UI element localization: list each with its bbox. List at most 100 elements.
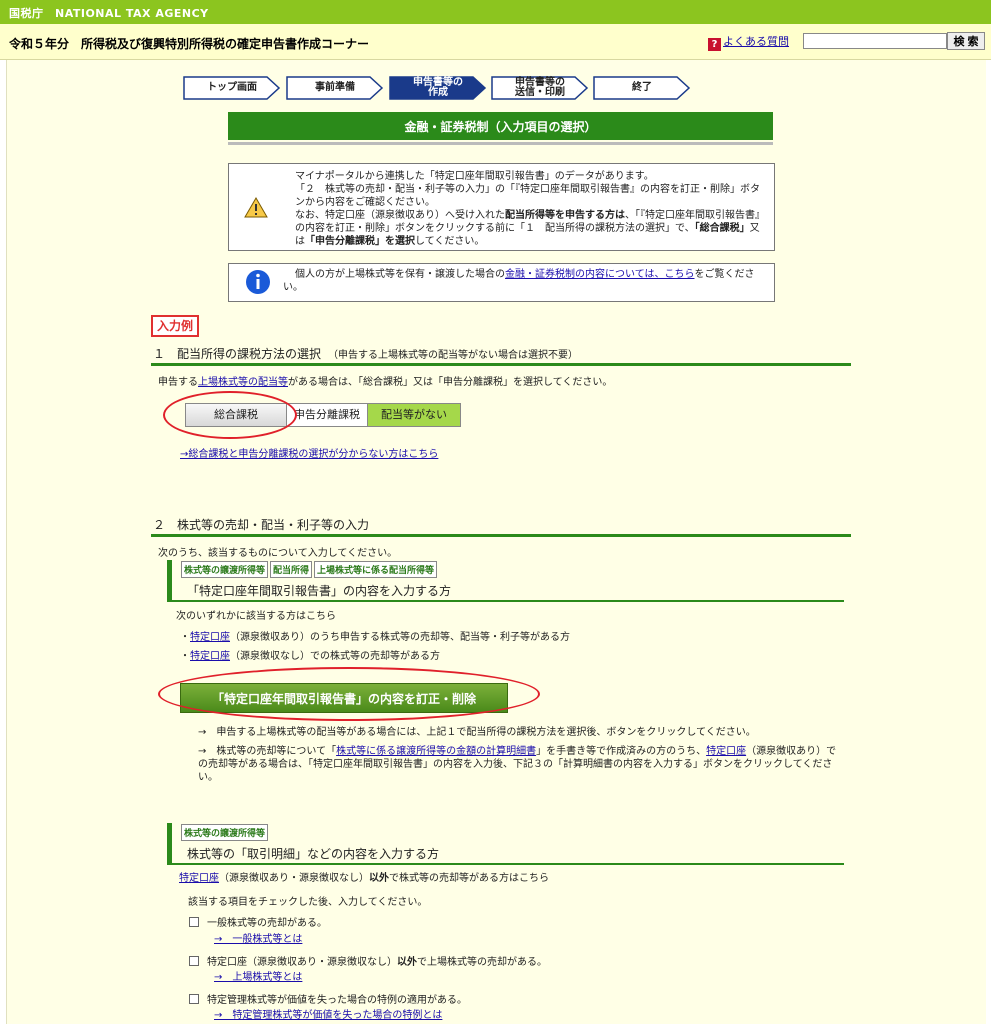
warning-line-3: なお、特定口座（源泉徴収あり）へ受け入れた配当所得等を申告する方は、「『特定口座… xyxy=(283,209,767,248)
step-create-current[interactable]: 申告書等の 作成 xyxy=(389,76,487,100)
note-1: → 申告する上場株式等の配当等がある場合には、上記１で配当所得の課税方法を選択後… xyxy=(198,727,756,738)
checkbox-box[interactable] xyxy=(189,994,199,1004)
warning-text-bold: 配当所得等を申告する方は xyxy=(505,210,625,221)
step-label: 事前準備 xyxy=(315,82,355,93)
agency-bar: 国税庁 NATIONAL TAX AGENCY xyxy=(0,0,991,24)
specific-account-link[interactable]: 特定口座 xyxy=(706,746,746,757)
subblock2-desc-bold: 以外 xyxy=(369,873,389,884)
warning-text-bold: 「申告分離課税」を選択 xyxy=(305,236,415,247)
note-2-text: 」を手書き等で作成済みの方のうち、 xyxy=(536,746,707,757)
income-tags-2: 株式等の譲渡所得等 xyxy=(181,824,270,841)
subblock2-divider xyxy=(167,863,844,865)
tag-dividend: 配当所得 xyxy=(270,561,313,578)
list-item-text: （源泉徴収なし）での株式等の売却等がある方 xyxy=(230,651,440,662)
checkbox-instruction: 該当する項目をチェックした後、入力してください。 xyxy=(188,897,428,908)
example-label: 入力例 xyxy=(151,315,200,337)
section-banner: 金融・証券税制（入力項目の選択） xyxy=(228,112,773,140)
subblock2-desc-text: で株式等の売却等がある方はこちら xyxy=(389,873,549,884)
page-title: 令和５年分 所得税及び復興特別所得税の確定申告書作成コーナー xyxy=(9,37,370,51)
agency-name: 国税庁 NATIONAL TAX AGENCY xyxy=(9,7,209,20)
faq-link[interactable]: ? よくある質問 xyxy=(708,33,789,51)
tax-system-link[interactable]: 金融・証券税制の内容については、こちら xyxy=(505,269,695,280)
listed-dividends-link[interactable]: 上場株式等の配当等 xyxy=(198,377,288,388)
section2-desc: 次のうち、該当するものについて入力してください。 xyxy=(158,548,398,559)
step-finish[interactable]: 終了 xyxy=(593,76,691,100)
checkbox-worthless-stocks[interactable]: 特定管理株式等が価値を失った場合の特例の適用がある。 xyxy=(189,991,467,1006)
section1-desc-part: 申告する xyxy=(158,377,198,388)
title-bar: 令和５年分 所得税及び復興特別所得税の確定申告書作成コーナー ? よくある質問 検… xyxy=(0,24,991,60)
subblock2-title: 株式等の「取引明細」などの内容を入力する方 xyxy=(187,847,440,861)
warning-text-part: なお、特定口座（源泉徴収あり）へ受け入れた xyxy=(295,210,505,221)
warning-text-bold: 「総合課税」 xyxy=(694,223,750,234)
list-item: ・特定口座（源泉徴収あり）のうち申告する株式等の売却等、配当等・利子等がある方 xyxy=(180,632,570,643)
section1-desc: 申告する上場株式等の配当等がある場合は、「総合課税」又は「申告分離課税」を選択し… xyxy=(158,373,612,388)
step-label-line2: 作成 xyxy=(428,87,448,98)
checkbox-box[interactable] xyxy=(189,956,199,966)
info-box: 個人の方が上場株式等を保有・譲渡した場合の金融・証券税制の内容については、こちら… xyxy=(228,263,775,302)
specific-account-link[interactable]: 特定口座 xyxy=(179,873,219,884)
subblock1-divider xyxy=(167,600,844,602)
step-top[interactable]: トップ画面 xyxy=(183,76,281,100)
info-text-part: 個人の方が上場株式等を保有・譲渡した場合の xyxy=(295,269,505,280)
search-input[interactable] xyxy=(803,33,947,49)
list-item: ・特定口座（源泉徴収なし）での株式等の売却等がある方 xyxy=(180,651,440,662)
banner-divider xyxy=(228,142,773,145)
general-stocks-link[interactable]: → 一般株式等とは xyxy=(214,934,302,945)
checkbox-label: 特定口座（源泉徴収あり・源泉徴収なし） xyxy=(207,957,397,968)
taxation-help-link-wrap: →総合課税と申告分離課税の選択が分からない方はこちら xyxy=(180,445,438,460)
option-no-dividends[interactable]: 配当等がない xyxy=(368,403,461,427)
tag-stock-transfer: 株式等の譲渡所得等 xyxy=(181,824,269,841)
step-send-print[interactable]: 申告書等の 送信・印刷 xyxy=(491,76,589,100)
checkbox-label: で上場株式等の売却がある。 xyxy=(417,957,547,968)
warning-text: マイナポータルから連携した「特定口座年間取引報告書」のデータがあります。 「２ … xyxy=(283,170,767,248)
checkbox-listed-stocks[interactable]: 特定口座（源泉徴収あり・源泉徴収なし）以外で上場株式等の売却がある。 xyxy=(189,953,547,968)
warning-text-part: してください。 xyxy=(415,236,485,247)
question-icon: ? xyxy=(708,38,721,51)
listed-stocks-link-wrap: → 上場株式等とは xyxy=(214,968,302,983)
step-label: 申告書等の 作成 xyxy=(413,78,463,98)
specific-account-link[interactable]: 特定口座 xyxy=(190,651,230,662)
warning-box: マイナポータルから連携した「特定口座年間取引報告書」のデータがあります。 「２ … xyxy=(228,163,775,251)
listed-stocks-link[interactable]: → 上場株式等とは xyxy=(214,972,302,983)
step-preparation[interactable]: 事前準備 xyxy=(286,76,384,100)
info-text: 個人の方が上場株式等を保有・譲渡した場合の金融・証券税制の内容については、こちら… xyxy=(283,268,767,294)
taxation-help-link[interactable]: →総合課税と申告分離課税の選択が分からない方はこちら xyxy=(180,449,438,460)
checkbox-label: 一般株式等の売却がある。 xyxy=(207,918,327,929)
search-button[interactable]: 検 索 xyxy=(947,32,985,50)
section2-heading: ２ 株式等の売却・配当・利子等の入力 xyxy=(153,518,370,532)
section2-divider xyxy=(151,534,851,537)
subblock1-title: 「特定口座年間取引報告書」の内容を入力する方 xyxy=(187,584,452,598)
faq-link-text[interactable]: よくある質問 xyxy=(723,35,789,48)
income-tags: 株式等の譲渡所得等 配当所得 上場株式等に係る配当所得等 xyxy=(181,561,439,578)
highlight-ellipse xyxy=(163,391,297,439)
step-label-line2: 送信・印刷 xyxy=(515,87,565,98)
info-icon xyxy=(246,270,270,294)
general-stocks-link-wrap: → 一般株式等とは xyxy=(214,930,302,945)
step-label: 終了 xyxy=(632,82,652,93)
tag-stock-transfer: 株式等の譲渡所得等 xyxy=(181,561,269,578)
option-separate-taxation[interactable]: 申告分離課税 xyxy=(287,403,368,427)
subblock2-desc: 特定口座（源泉徴収あり・源泉徴収なし）以外で株式等の売却等がある方はこちら xyxy=(179,869,549,884)
tag-listed-dividend: 上場株式等に係る配当所得等 xyxy=(314,561,438,578)
step-label: トップ画面 xyxy=(207,82,257,93)
worthless-stocks-link-wrap: → 特定管理株式等が価値を失った場合の特例とは xyxy=(214,1006,442,1021)
highlight-ellipse xyxy=(158,667,540,721)
checkbox-general-stocks[interactable]: 一般株式等の売却がある。 xyxy=(189,914,327,929)
section1-desc-part: がある場合は、「総合課税」又は「申告分離課税」を選択してください。 xyxy=(288,377,613,388)
subblock1-marker xyxy=(167,560,172,600)
warning-line-1: マイナポータルから連携した「特定口座年間取引報告書」のデータがあります。 xyxy=(295,171,654,182)
step-label: 申告書等の 送信・印刷 xyxy=(515,78,565,98)
warning-icon xyxy=(244,197,268,218)
worthless-stocks-link[interactable]: → 特定管理株式等が価値を失った場合の特例とは xyxy=(214,1010,442,1021)
subblock1-desc: 次のいずれかに該当する方はこちら xyxy=(176,611,336,622)
section1-note: （申告する上場株式等の配当等がない場合は選択不要） xyxy=(333,350,579,361)
note-2: → 株式等の売却等について「株式等に係る譲渡所得等の金額の計算明細書」を手書き等… xyxy=(198,745,846,784)
specific-account-link[interactable]: 特定口座 xyxy=(190,632,230,643)
warning-line-2: 「２ 株式等の売却・配当・利子等の入力」の「『特定口座年間取引報告書』の内容を訂… xyxy=(295,184,760,208)
checkbox-box[interactable] xyxy=(189,917,199,927)
calculation-statement-link[interactable]: 株式等に係る譲渡所得等の金額の計算明細書 xyxy=(336,746,536,757)
checkbox-label-bold: 以外 xyxy=(397,957,417,968)
list-item-text: （源泉徴収あり）のうち申告する株式等の売却等、配当等・利子等がある方 xyxy=(230,632,570,643)
section1-title: １ 配当所得の課税方法の選択 xyxy=(153,347,322,361)
subblock2-desc-text: （源泉徴収あり・源泉徴収なし） xyxy=(219,873,369,884)
